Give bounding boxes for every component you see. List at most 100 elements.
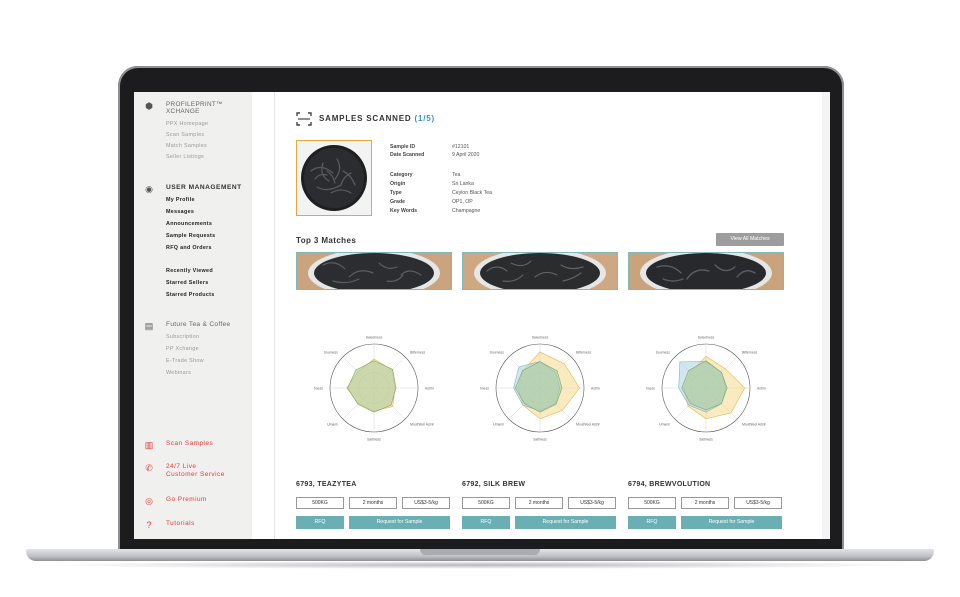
calendar-icon: ▤ [144, 321, 154, 331]
match-name-2[interactable]: 6792, SILK BREW [462, 481, 525, 488]
sidebar-item-rfq-orders[interactable]: RFQ and Orders [166, 245, 212, 251]
help-icon: ? [146, 520, 152, 530]
tutorials-label: Tutorials [166, 520, 195, 527]
brand-title[interactable]: PROFILEPRINT™ XCHANGE [166, 101, 223, 115]
sidebar-item-ppx-homepage[interactable]: PPX Homepage [166, 121, 208, 127]
sample-image [296, 140, 372, 216]
sidebar-item-messages[interactable]: Messages [166, 209, 194, 215]
sidebar: ⬢ PROFILEPRINT™ XCHANGE PPX Homepage Sca… [134, 92, 252, 539]
match-1-quantity: 500KG [296, 497, 344, 509]
page-title: SAMPLES SCANNED (1/5) [319, 114, 435, 123]
customer-service-line2: Customer Service [166, 471, 225, 478]
sidebar-item-scan-samples[interactable]: Scan Samples [166, 132, 204, 138]
sample-id-value: #12101 [452, 144, 470, 150]
radar-axis-label: Saltiness [367, 438, 381, 442]
match-1-lead-time: 2 months [349, 497, 397, 509]
sidebar-item-sample-requests[interactable]: Sample Requests [166, 233, 215, 239]
sidebar-item-announcements[interactable]: Announcements [166, 221, 212, 227]
radar-axis-label: Umami [659, 423, 670, 427]
match-2-rfq-button[interactable]: RFQ [462, 516, 510, 529]
match-tea-photo-1 [297, 253, 451, 289]
match-tea-photo-2 [463, 253, 617, 289]
grade-label: Grade [390, 199, 405, 205]
radar-axis-label: Sweetness [532, 335, 549, 339]
radar-axis-label: Umami [493, 423, 504, 427]
date-scanned-label: Date Scanned [390, 152, 425, 158]
phone-icon: ✆ [145, 463, 153, 473]
radar-axis-label: Sweetness [698, 335, 715, 339]
scan-frame-icon [296, 112, 312, 126]
go-premium-label: Go Premium [166, 496, 207, 503]
category-value: Tea [452, 172, 461, 178]
sidebar-item-webinars[interactable]: Webinars [166, 370, 191, 376]
top-matches-heading: Top 3 Matches [296, 236, 357, 245]
premium-icon: ◎ [145, 496, 153, 506]
sidebar-item-starred-sellers[interactable]: Starred Sellers [166, 280, 209, 286]
radar-axis-label: Mouthfeel Astringency [576, 423, 600, 427]
view-all-matches-button[interactable]: View All Matches [716, 233, 784, 246]
origin-label: Origin [390, 181, 406, 187]
match-name-1[interactable]: 6793, TEAZYTEA [296, 481, 357, 488]
radar-axis-label: Saltiness [699, 438, 713, 442]
match-2-quantity: 500KG [462, 497, 510, 509]
match-photo-3 [628, 252, 784, 290]
match-3-quantity: 500KG [628, 497, 676, 509]
sidebar-item-starred-products[interactable]: Starred Products [166, 292, 215, 298]
radar-chart-2: Sweetness Bitterness Astringency Mouthfeel … [480, 335, 600, 442]
scan-icon: ▥ [144, 440, 154, 450]
match-2-request-sample-button[interactable]: Request for Sample [515, 516, 616, 529]
radar-axis-label: Umami [327, 423, 338, 427]
sample-id-label: Sample ID [390, 144, 416, 150]
match-tea-photo-3 [629, 253, 783, 289]
radar-axis-label: Sourness [656, 350, 671, 354]
user-icon: ◉ [145, 184, 153, 194]
match-name-3[interactable]: 6794, BREWVOLUTION [628, 481, 710, 488]
brand-title-line2: XCHANGE [166, 108, 200, 115]
key-words-value: Champagne [452, 208, 481, 214]
match-3-request-sample-button[interactable]: Request for Sample [681, 516, 782, 529]
grade-value: OP1, OP [452, 199, 473, 205]
radar-axis-label: Sourness [490, 350, 505, 354]
laptop-shadow [40, 561, 920, 569]
radar-axis-label: Mouthfeel Astringency [410, 423, 434, 427]
radar-axis-label: Mouthfeel Astringency [742, 423, 766, 427]
radar-axis-label: Bitterness [576, 350, 591, 354]
customer-service-line1: 24/7 Live [166, 463, 197, 470]
sidebar-item-seller-listings[interactable]: Seller Listings [166, 154, 204, 160]
sidebar-item-match-samples[interactable]: Match Samples [166, 143, 207, 149]
match-3-lead-time: 2 months [681, 497, 729, 509]
sidebar-divider [274, 92, 275, 539]
scan-samples-label: Scan Samples [166, 440, 214, 447]
match-1-price: US$3-5/kg [402, 497, 450, 509]
match-3-rfq-button[interactable]: RFQ [628, 516, 676, 529]
customer-service-label: 24/7 Live Customer Service [166, 463, 225, 479]
key-words-label: Key Words [390, 208, 418, 214]
radar-axis-label: Sourness [324, 350, 339, 354]
match-1-request-sample-button[interactable]: Request for Sample [349, 516, 450, 529]
sidebar-item-subscription[interactable]: Subscription [166, 334, 199, 340]
radar-axis-label: Bitterness [410, 350, 425, 354]
future-title[interactable]: Future Tea & Coffee [166, 321, 230, 328]
radar-axis-label: Astringency [425, 387, 434, 391]
radar-axis-label: Saltiness [533, 438, 547, 442]
sidebar-item-pp-xchange[interactable]: PP Xchange [166, 346, 199, 352]
radar-axis-label: Richness [314, 387, 323, 391]
match-1-rfq-button[interactable]: RFQ [296, 516, 344, 529]
match-2-price: US$3-5/kg [568, 497, 616, 509]
match-2-lead-time: 2 months [515, 497, 563, 509]
radar-chart-1: Sweetness Bitterness Astringency Mouthfeel … [314, 335, 434, 442]
match-photo-2 [462, 252, 618, 290]
sidebar-item-recently-viewed[interactable]: Recently Viewed [166, 268, 213, 274]
radar-axis-label: Richness [480, 387, 489, 391]
category-label: Category [390, 172, 413, 178]
laptop-screen: ⬢ PROFILEPRINT™ XCHANGE PPX Homepage Sca… [134, 92, 830, 539]
radar-axis-label: Sweetness [366, 335, 383, 339]
sidebar-item-etrade-show[interactable]: E-Trade Show [166, 358, 204, 364]
page-title-count: (1/5) [414, 114, 435, 123]
date-scanned-value: 9 April 2020 [452, 152, 480, 158]
radar-axis-label: Richness [646, 387, 655, 391]
radar-axis-label: Astringency [591, 387, 600, 391]
main-scrollbar[interactable] [822, 92, 830, 539]
sidebar-item-my-profile[interactable]: My Profile [166, 197, 195, 203]
origin-value: Sri Lanka [452, 181, 474, 187]
